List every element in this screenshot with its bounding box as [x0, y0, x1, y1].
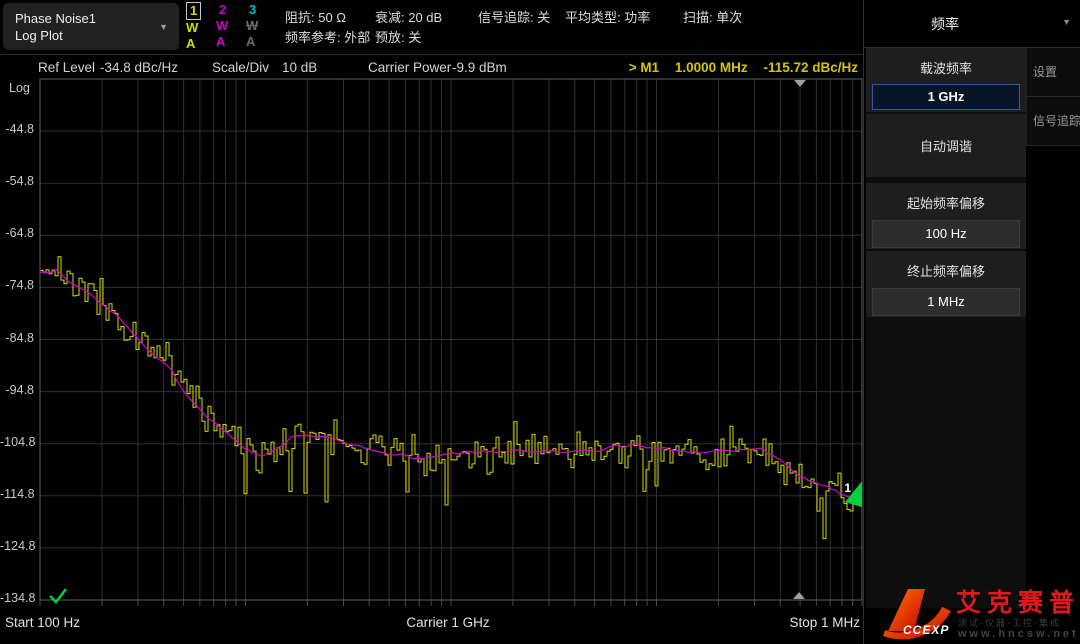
preamp-readout: 预放: 关 [375, 27, 421, 46]
stop-frequency-label: Stop 1 MHz [789, 615, 860, 630]
start-offset-value[interactable]: 100 Hz [872, 220, 1020, 248]
trace-indicator-2[interactable]: 2WA [216, 2, 246, 50]
phase-noise-plot: 1 [0, 55, 866, 607]
trace-average: A [186, 36, 216, 52]
x-axis-bar: Start 100 Hz Carrier 1 GHz Stop 1 MHz [0, 611, 866, 637]
marker-m1-flag-label: 1 [844, 481, 851, 495]
trace-average: A [246, 34, 276, 50]
attenuation-readout: 衰减: 20 dB [375, 7, 442, 26]
measurement-selector[interactable]: Phase Noise1 Log Plot ▼ [3, 3, 179, 50]
carrier-frequency-label: Carrier 1 GHz [406, 615, 489, 630]
accexp-logo: CCEXP 艾克赛普 测试·仪器·工控·集成 www.hncsw.net [880, 583, 1080, 644]
chevron-down-icon: ▼ [159, 22, 168, 32]
trace-number: 3 [246, 2, 259, 18]
start-offset-key[interactable]: 起始频率偏移 100 Hz [866, 183, 1026, 249]
trace-2-average-path [40, 269, 860, 500]
signal-tracking-readout: 信号追踪: 关 [478, 7, 550, 26]
range-indicator-top-icon [794, 80, 806, 87]
chevron-down-icon: ▼ [1062, 17, 1071, 27]
measurement-name: Phase Noise1 [3, 3, 179, 27]
menu-title: 频率 [864, 14, 1026, 34]
sweep-mode-readout: 扫描: 单次 [683, 7, 742, 26]
start-offset-label: 起始频率偏移 [866, 183, 1026, 212]
trace-detector: W [246, 18, 276, 34]
carrier-frequency-key[interactable]: 载波频率 1 GHz [866, 48, 1026, 112]
stop-offset-label: 终止频率偏移 [866, 251, 1026, 280]
tab-signal-tracking[interactable]: 信号追踪 [1026, 97, 1080, 146]
menu-tabs: 设置 信号追踪 [1026, 48, 1080, 146]
range-indicator-bottom-icon [793, 592, 805, 599]
start-frequency-label: Start 100 Hz [5, 615, 80, 630]
trace-number: 2 [216, 2, 229, 18]
freq-reference-readout: 频率参考: 外部 [285, 27, 370, 46]
softkey-menu: 载波频率 1 GHz 自动调谐 起始频率偏移 100 Hz 终止频率偏移 1 M… [866, 48, 1026, 608]
trace-indicator-3[interactable]: 3WA [246, 2, 276, 50]
stop-offset-value[interactable]: 1 MHz [872, 288, 1020, 316]
stop-offset-key[interactable]: 终止频率偏移 1 MHz [866, 251, 1026, 317]
brand-name-cn: 艾克赛普 [956, 583, 1080, 619]
accexp-logo-text: CCEXP [903, 623, 949, 637]
auto-tune-button[interactable]: 自动调谐 [866, 114, 1026, 177]
top-bar: Phase Noise1 Log Plot ▼ 1WA2WA3WA 阻抗: 50… [0, 0, 863, 55]
brand-url: www.hncsw.net [958, 628, 1079, 640]
average-type-readout: 平均类型: 功率 [565, 7, 650, 26]
carrier-frequency-value[interactable]: 1 GHz [872, 84, 1020, 110]
trace-detector: W [186, 20, 216, 36]
trace-indicators: 1WA2WA3WA [186, 2, 276, 52]
menu-title-bar[interactable]: 频率 ▼ [864, 0, 1080, 48]
trace-detector: W [216, 18, 246, 34]
signal-analyzer-window: Phase Noise1 Log Plot ▼ 1WA2WA3WA 阻抗: 50… [0, 0, 1080, 644]
measurement-view: Log Plot [3, 27, 179, 44]
tab-settings[interactable]: 设置 [1026, 48, 1080, 97]
trace-number: 1 [186, 2, 201, 20]
auto-tune-label: 自动调谐 [866, 114, 1026, 177]
frequency-menu-panel: 频率 ▼ 载波频率 1 GHz 自动调谐 起始频率偏移 100 Hz 终止频率偏… [863, 0, 1080, 644]
impedance-readout: 阻抗: 50 Ω [285, 7, 346, 26]
carrier-frequency-label: 载波频率 [866, 48, 1026, 77]
graph-display: Ref Level -34.8 dBc/Hz Scale/Div 10 dB C… [0, 55, 866, 644]
trace-average: A [216, 34, 246, 50]
trace-indicator-1[interactable]: 1WA [186, 2, 216, 52]
